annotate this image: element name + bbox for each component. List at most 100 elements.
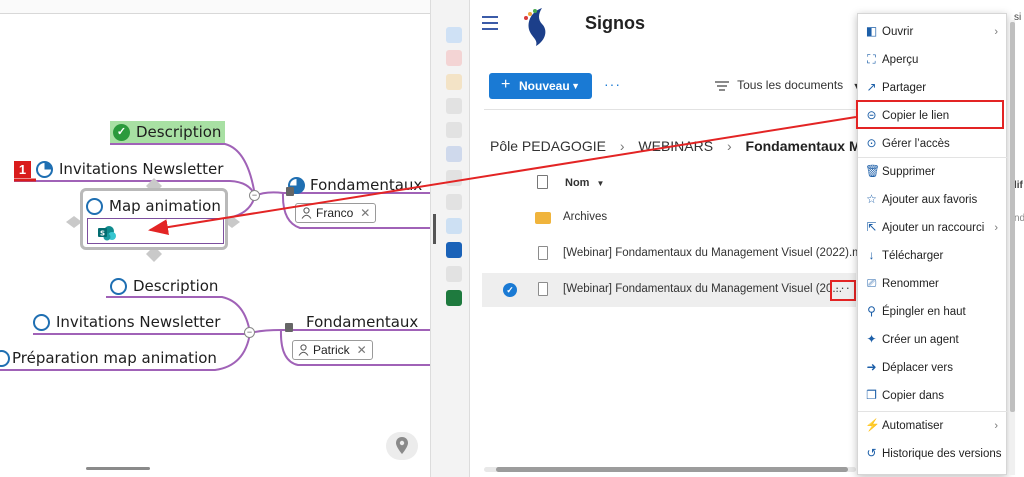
menu-item-copier-dans[interactable]: ❐ Copier dans [858, 382, 1008, 410]
menu-item-label: Partager [882, 82, 927, 94]
list-item-file[interactable]: [Webinar] Fondamentaux du Management Vis… [482, 237, 878, 271]
chevron-right-icon: › [994, 420, 998, 432]
column-header-name[interactable]: Nom ▼ [565, 177, 604, 189]
assignee-tag[interactable]: Patrick ✕ [292, 340, 373, 360]
menu-item-label: Supprimer [882, 166, 936, 178]
menu-item-gerer-acces[interactable]: ⊙ Gérer l’accès [858, 130, 1008, 158]
horizontal-scrollbar-thumb[interactable] [496, 467, 848, 472]
pane-splitter[interactable] [433, 214, 436, 244]
mindmap-canvas[interactable]: ✓ Description 1 Invitations Newsletter M… [0, 0, 430, 477]
remove-tag-icon[interactable]: ✕ [360, 204, 370, 222]
view-selector-label: Tous les documents [737, 78, 844, 92]
screenshot-root: ✓ Description 1 Invitations Newsletter M… [0, 0, 1024, 477]
menu-item-creer-agent[interactable]: ✦ Créer un agent [858, 326, 1008, 354]
preview-icon: ⛶ [867, 52, 876, 66]
task-icon[interactable] [446, 50, 462, 66]
more-commands-button[interactable]: ··· [604, 76, 621, 92]
history-icon: ↺ [866, 446, 877, 460]
star-icon: ☆ [866, 192, 877, 206]
menu-item-ajouter-raccourci[interactable]: ⇱ Ajouter un raccourci › [858, 214, 1008, 242]
menu-item-historique[interactable]: ↺ Historique des versions [858, 440, 1008, 468]
node-description-2[interactable]: Description [133, 277, 218, 295]
node-fondamentaux-2[interactable]: Fondamentaux [306, 313, 418, 331]
copy-link-highlight [856, 100, 1004, 129]
checkmark-icon[interactable]: ✓ [503, 283, 517, 297]
menu-icon[interactable] [482, 16, 498, 30]
location-pin-button[interactable] [386, 432, 418, 460]
site-title: Signos [585, 13, 646, 33]
list-item-file-selected[interactable]: ✓ [Webinar] Fondamentaux du Management V… [482, 273, 856, 307]
menu-scrollbar-thumb[interactable] [1010, 22, 1015, 412]
item-name[interactable]: [Webinar] Fondamentaux du Management Vis… [563, 247, 878, 259]
folder-icon[interactable] [446, 194, 462, 210]
chevron-right-icon: › [726, 138, 732, 154]
globe-icon[interactable] [446, 266, 462, 282]
person-icon[interactable] [446, 98, 462, 114]
file-icon [538, 246, 548, 260]
node-map-animation-label[interactable]: Map animation [109, 197, 221, 215]
excel-icon[interactable] [446, 290, 462, 306]
menu-item-ajouter-favoris[interactable]: ☆ Ajouter aux favoris [858, 186, 1008, 214]
node-invitations-newsletter-2[interactable]: Invitations Newsletter [56, 313, 220, 331]
chevron-right-icon: › [994, 222, 998, 234]
download-icon: ↓ [868, 248, 875, 262]
remove-tag-icon[interactable]: ✕ [357, 341, 367, 359]
filter-icon[interactable] [446, 27, 462, 43]
view-selector[interactable]: Tous les documents ▼ [715, 78, 861, 92]
file-icon [538, 282, 548, 296]
menu-item-label: Automatiser [882, 420, 944, 432]
manage-access-icon: ⊙ [866, 136, 877, 150]
shortcut-icon: ⇱ [866, 220, 877, 234]
menu-item-renommer[interactable]: ⎚ Renommer [858, 270, 1008, 298]
breadcrumb: Pôle PEDAGOGIE › WEBINARS › Fondamentaux… [490, 138, 870, 154]
chevron-down-icon: ▼ [571, 81, 580, 91]
chevron-down-icon: ▼ [596, 179, 605, 188]
collapse-toggle[interactable]: − [249, 190, 260, 201]
menu-item-ouvrir[interactable]: ◧ Ouvrir › [858, 18, 1008, 46]
menu-item-automatiser[interactable]: ⚡ Automatiser › [858, 412, 1008, 440]
window-icon[interactable] [446, 218, 462, 234]
row-actions-button[interactable]: ··· [830, 280, 856, 301]
node-fondamentaux-1[interactable]: Fondamentaux [310, 176, 422, 194]
agent-icon: ✦ [866, 332, 877, 346]
menu-item-label: Renommer [882, 278, 939, 290]
menu-item-partager[interactable]: ↗ Partager [858, 74, 1008, 102]
menu-item-label: Aperçu [882, 54, 919, 66]
edge-text: nd [1014, 213, 1024, 224]
lock-icon [286, 187, 294, 196]
breadcrumb-item[interactable]: WEBINARS [638, 138, 713, 154]
horizontal-scrollbar[interactable] [86, 467, 150, 470]
menu-item-label: Créer un agent [882, 334, 959, 346]
check-icon: ✓ [113, 124, 130, 141]
node-description-top[interactable]: Description [136, 123, 221, 141]
menu-item-supprimer[interactable]: 🗑 Supprimer [858, 158, 1008, 186]
node-invitations-newsletter-1[interactable]: Invitations Newsletter [59, 160, 223, 178]
new-button[interactable]: + Nouveau ▼ [489, 73, 592, 99]
side-toolbar [430, 0, 470, 477]
outlook-icon[interactable] [446, 146, 462, 162]
menu-item-label: Copier dans [882, 390, 945, 402]
menu-item-label: Ajouter un raccourci [882, 222, 985, 234]
assignee-tag[interactable]: Franco ✕ [295, 203, 377, 223]
search-icon[interactable] [446, 170, 462, 186]
menu-item-deplacer[interactable]: ➜ Déplacer vers [858, 354, 1008, 382]
node-preparation-map-animation[interactable]: Préparation map animation [12, 349, 217, 367]
collapse-toggle[interactable]: − [244, 327, 255, 338]
menu-item-telecharger[interactable]: ↓ Télécharger [858, 242, 1008, 270]
calendar-icon[interactable] [446, 74, 462, 90]
menu-item-apercu[interactable]: ⛶ Aperçu [858, 46, 1008, 74]
list-item-folder[interactable]: Archives [482, 201, 856, 235]
menu-item-epingler[interactable]: ⚲ Épingler en haut [858, 298, 1008, 326]
hierarchy-icon[interactable] [446, 122, 462, 138]
progress-ring-icon [36, 161, 53, 178]
site-logo [524, 8, 546, 46]
item-name[interactable]: Archives [563, 211, 607, 223]
progress-ring-icon [110, 278, 127, 295]
breadcrumb-item[interactable]: Pôle PEDAGOGIE [490, 138, 606, 154]
file-type-icon[interactable] [537, 175, 548, 189]
sharepoint-icon[interactable]: S [98, 225, 116, 241]
outlook-mail-icon[interactable] [446, 242, 462, 258]
menu-item-label: Déplacer vers [882, 362, 953, 374]
breadcrumb-current: Fondamentaux MV [745, 138, 870, 154]
item-name[interactable]: [Webinar] Fondamentaux du Management Vis… [563, 283, 842, 295]
